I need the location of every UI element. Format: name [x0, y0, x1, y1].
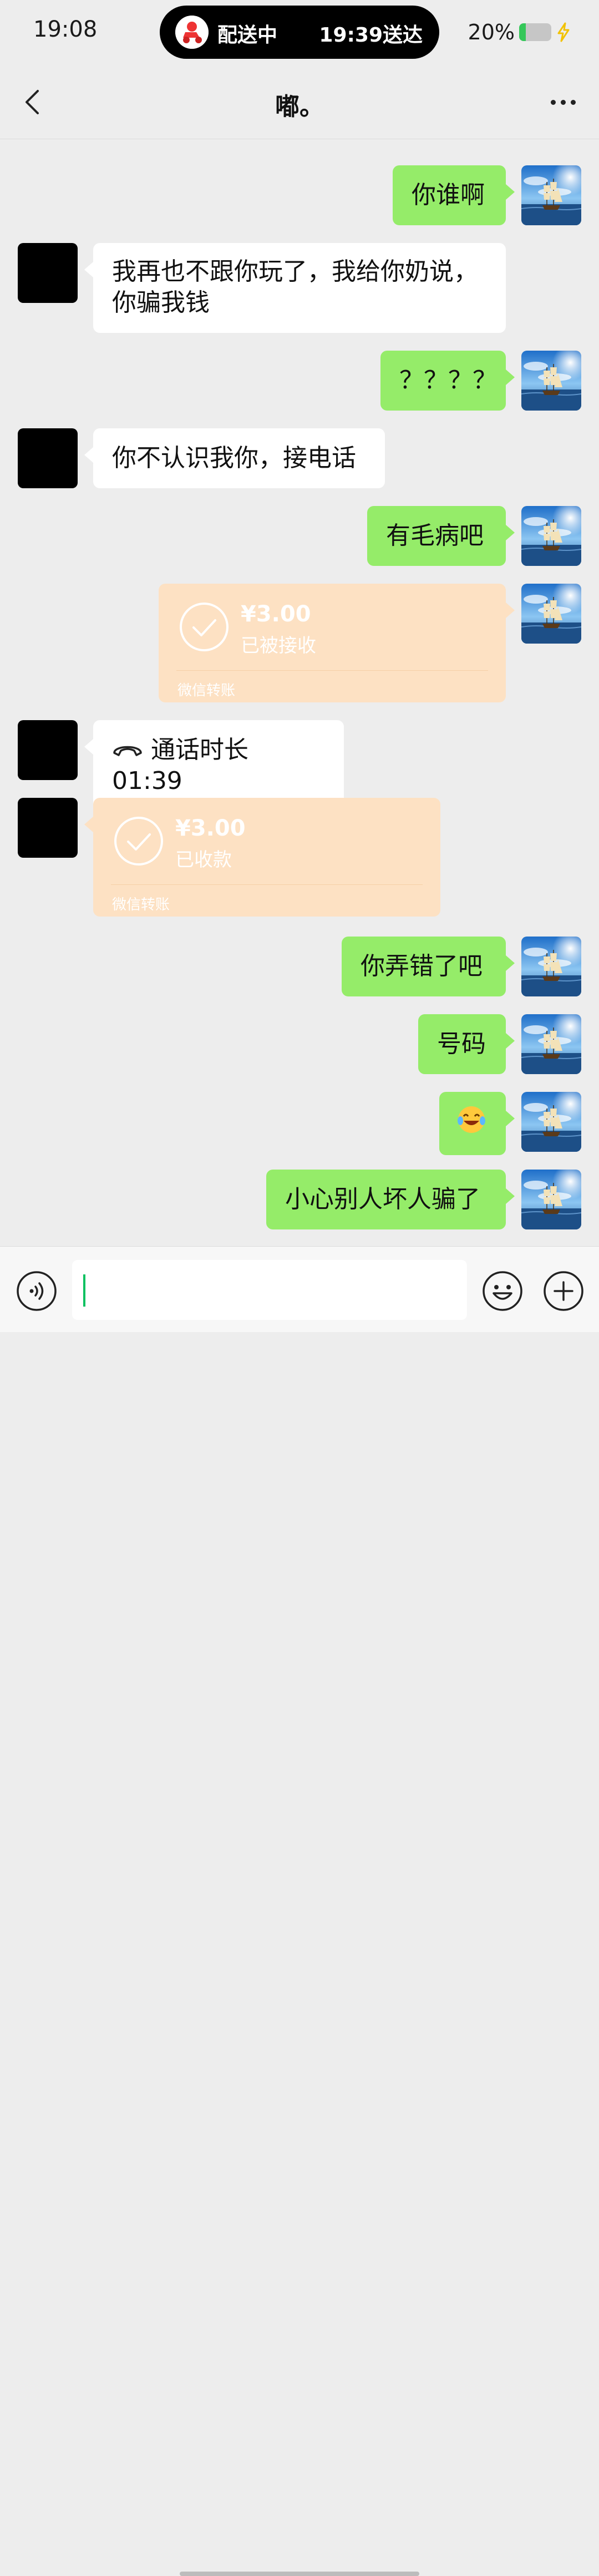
my-message-bubble[interactable]: ？？？？	[380, 351, 515, 411]
plus-circle-icon	[544, 1271, 583, 1311]
emoji-smile-icon	[483, 1271, 522, 1311]
battery-indicator: 20%	[468, 17, 571, 48]
emoji-button[interactable]	[481, 1270, 524, 1312]
delivery-status: 配送中	[217, 24, 278, 47]
divider	[111, 884, 423, 885]
divider	[176, 670, 488, 671]
contact-message-bubble[interactable]: 你不认识我你，接电话	[84, 428, 385, 488]
my-message-bubble[interactable]: 你谁啊	[393, 165, 515, 225]
status-time: 19:08	[33, 17, 98, 42]
my-avatar[interactable]	[521, 1170, 581, 1229]
contact-avatar[interactable]	[18, 243, 78, 303]
my-message-bubble[interactable]: 号码	[418, 1014, 515, 1074]
my-emoji-bubble[interactable]	[439, 1092, 515, 1155]
message-input[interactable]	[72, 1260, 467, 1320]
contact-avatar[interactable]	[18, 428, 78, 488]
status-bar: 19:08 配送中 19:39送达 20%	[0, 0, 599, 65]
my-avatar[interactable]	[521, 584, 581, 644]
message-list[interactable]: 你谁啊 我再也不跟你玩了，我给你奶说， 你骗我钱 ？？？？ 你不认识我你，接电话…	[0, 139, 599, 1246]
delivery-rider-icon	[175, 16, 209, 49]
phone-hangup-icon	[113, 746, 142, 756]
my-message-bubble[interactable]: 有毛病吧	[367, 506, 515, 566]
my-avatar[interactable]	[521, 937, 581, 996]
transfer-status: 已被接收	[241, 635, 316, 657]
home-indicator[interactable]	[180, 2572, 419, 2576]
contact-avatar[interactable]	[18, 720, 78, 780]
my-avatar[interactable]	[521, 165, 581, 225]
transfer-amount: ¥3.00	[175, 816, 246, 841]
transfer-status: 已收款	[175, 849, 232, 871]
voice-icon	[17, 1271, 57, 1311]
battery-icon	[519, 23, 551, 41]
laughing-emoji-icon	[458, 1106, 485, 1133]
charging-bolt-icon	[557, 22, 570, 42]
chat-header: 嘟。	[0, 65, 599, 139]
my-message-bubble[interactable]: 你弄错了吧	[342, 937, 515, 996]
more-button[interactable]	[544, 85, 582, 119]
battery-percent: 20%	[468, 20, 515, 44]
transfer-card[interactable]: ¥3.00 已收款 微信转账	[84, 798, 440, 917]
my-message-bubble[interactable]: 小心别人坏人骗了	[266, 1170, 515, 1229]
contact-avatar[interactable]	[18, 798, 78, 858]
voice-button[interactable]	[16, 1270, 58, 1312]
transfer-card[interactable]: ¥3.00 已被接收 微信转账	[159, 584, 515, 702]
message-line: 我再也不跟你玩了，我给你奶说，	[112, 257, 478, 286]
plus-button[interactable]	[542, 1270, 585, 1312]
check-circle-icon	[180, 603, 229, 651]
my-avatar[interactable]	[521, 1014, 581, 1074]
message-line: 你骗我钱	[112, 289, 210, 317]
more-horizontal-icon	[550, 99, 556, 105]
transfer-label: 微信转账	[112, 897, 170, 913]
input-bar	[0, 1246, 599, 2576]
delivery-eta: 19:39送达	[319, 24, 423, 47]
my-avatar[interactable]	[521, 506, 581, 566]
transfer-label: 微信转账	[177, 682, 236, 699]
transfer-amount: ¥3.00	[241, 601, 311, 627]
delivery-live-activity[interactable]: 配送中 19:39送达	[160, 6, 439, 59]
contact-message-bubble[interactable]: 我再也不跟你玩了，我给你奶说， 你骗我钱	[84, 243, 506, 333]
text-caret	[83, 1274, 85, 1307]
check-circle-icon	[114, 817, 163, 866]
my-avatar[interactable]	[521, 1092, 581, 1152]
chat-title: 嘟。	[275, 93, 324, 121]
my-avatar[interactable]	[521, 351, 581, 411]
